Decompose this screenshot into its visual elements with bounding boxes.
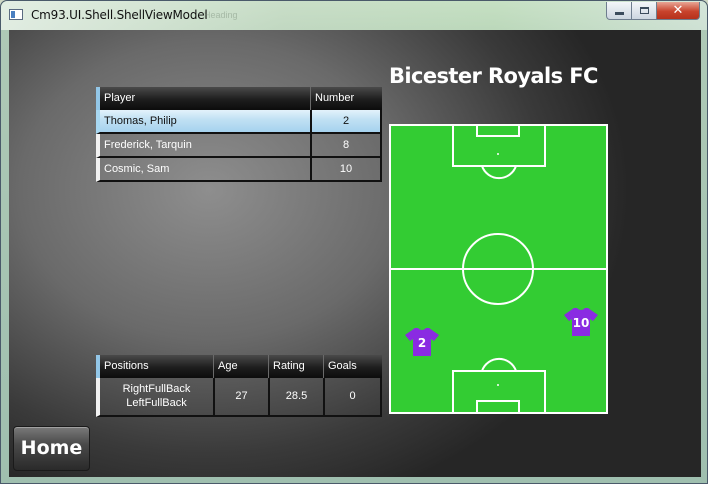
position-secondary: LeftFullBack — [126, 397, 187, 409]
top-penalty-spot — [497, 153, 499, 155]
title-bar[interactable]: Cm93.UI.Shell.ShellViewModel Heading ✕ — [1, 1, 707, 30]
player-row[interactable]: Frederick, Tarquin 8 — [96, 134, 382, 158]
positions-cell[interactable]: RightFullBack LeftFullBack — [100, 378, 215, 415]
player-row[interactable]: Cosmic, Sam 10 — [96, 158, 382, 182]
column-header-rating[interactable]: Rating — [269, 355, 324, 378]
column-header-player[interactable]: Player — [100, 87, 311, 110]
pitch-markings — [391, 126, 606, 412]
shirt-number: 2 — [417, 336, 427, 350]
player-name-cell[interactable]: Cosmic, Sam — [100, 158, 312, 180]
maximize-button[interactable] — [632, 2, 657, 20]
maximize-icon — [639, 7, 649, 14]
bottom-penalty-spot — [497, 384, 499, 386]
player-details-grid: Positions Age Rating Goals RightFullBack… — [96, 355, 382, 417]
app-icon — [9, 9, 23, 20]
player-row[interactable]: Thomas, Philip 2 — [96, 110, 382, 134]
goals-cell[interactable]: 0 — [325, 378, 382, 415]
player-name-cell[interactable]: Thomas, Philip — [100, 110, 312, 132]
player-number-cell[interactable]: 8 — [312, 134, 382, 156]
top-goal-area — [476, 126, 520, 137]
details-row[interactable]: RightFullBack LeftFullBack 27 28.5 0 — [96, 378, 382, 417]
players-grid-header: Player Number — [96, 87, 382, 110]
close-button[interactable]: ✕ — [657, 2, 700, 20]
player-shirt[interactable]: 2 — [404, 327, 440, 357]
player-shirt[interactable]: 10 — [563, 307, 599, 337]
bottom-penalty-arc — [481, 357, 517, 372]
window-controls: ✕ — [606, 2, 700, 20]
age-cell[interactable]: 27 — [215, 378, 270, 415]
column-header-goals[interactable]: Goals — [324, 355, 382, 378]
top-penalty-area — [452, 126, 546, 167]
minimize-icon — [614, 11, 624, 15]
football-pitch: 2 10 — [389, 124, 608, 414]
background-ghost-text: Heading — [204, 10, 238, 20]
players-grid: Player Number Thomas, Philip 2 Frederick… — [96, 87, 382, 182]
column-header-age[interactable]: Age — [214, 355, 269, 378]
bottom-penalty-area — [452, 370, 546, 412]
home-button[interactable]: Home — [13, 426, 90, 471]
shirt-number: 10 — [572, 316, 590, 330]
player-number-cell[interactable]: 2 — [312, 110, 382, 132]
team-name: Bicester Royals FC — [389, 64, 598, 88]
top-penalty-arc — [481, 165, 517, 180]
player-number-cell[interactable]: 10 — [312, 158, 382, 180]
player-name-cell[interactable]: Frederick, Tarquin — [100, 134, 312, 156]
column-header-number[interactable]: Number — [311, 87, 382, 110]
bottom-goal-area — [476, 400, 520, 412]
minimize-button[interactable] — [606, 2, 632, 20]
details-grid-header: Positions Age Rating Goals — [96, 355, 382, 378]
close-icon: ✕ — [672, 3, 684, 18]
position-primary: RightFullBack — [122, 383, 191, 395]
window-title: Cm93.UI.Shell.ShellViewModel — [31, 8, 208, 22]
rating-cell[interactable]: 28.5 — [270, 378, 325, 415]
column-header-positions[interactable]: Positions — [100, 355, 214, 378]
